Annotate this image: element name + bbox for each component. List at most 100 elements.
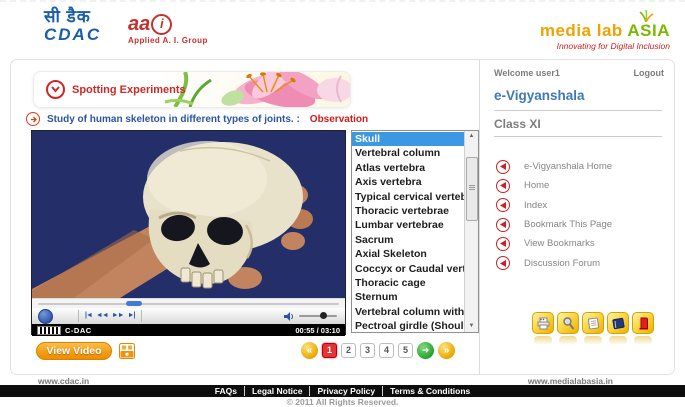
pause-button[interactable] xyxy=(38,309,53,324)
seek-track xyxy=(38,303,339,305)
circle-arrow-left-icon xyxy=(496,160,510,174)
view-video-button[interactable]: View Video xyxy=(36,342,112,360)
scroll-down-icon[interactable]: ▼ xyxy=(465,321,478,332)
exit-icon[interactable] xyxy=(632,312,654,334)
page-button[interactable]: 5 xyxy=(398,343,413,358)
skeleton-parts-listbox: SkullVertebral columnAtlas vertebraAxis … xyxy=(351,130,479,333)
sidebar-nav-label: View Bookmarks xyxy=(524,238,595,249)
playback-time: 00:55 / 03:10 xyxy=(295,326,340,335)
skeleton-list: SkullVertebral columnAtlas vertebraAxis … xyxy=(352,131,464,332)
video-frame-skull[interactable] xyxy=(32,131,345,298)
circle-arrow-left-icon xyxy=(496,198,510,212)
skeleton-list-item[interactable]: Vertebral column with ribs xyxy=(352,305,464,319)
seek-bar[interactable] xyxy=(32,298,345,308)
welcome-user-label: Welcome user1 xyxy=(494,68,560,78)
page-button[interactable]: 4 xyxy=(379,343,394,358)
sidebar-nav-item[interactable]: Index xyxy=(496,196,668,215)
top-header: सी डैक CDAC aai Applied A. I. Group medi… xyxy=(0,2,685,57)
volume-slider[interactable] xyxy=(299,315,337,317)
video-file-icon[interactable] xyxy=(119,343,135,359)
page-button[interactable]: 2 xyxy=(341,343,356,358)
divider xyxy=(494,110,662,111)
cdac-logo-hindi: सी डैक xyxy=(44,8,101,25)
footer-link[interactable]: Terms & Conditions xyxy=(382,386,477,396)
sidebar-nav-label: Home xyxy=(524,180,549,191)
speaker-icon[interactable] xyxy=(284,312,295,321)
player-controls: |◄ ◄◄ ►► ►| xyxy=(32,308,345,324)
video-player: |◄ ◄◄ ►► ►| C-DAC 00:55 / 03:10 xyxy=(31,130,346,335)
cdac-logo: सी डैक CDAC xyxy=(44,8,101,43)
skeleton-list-item[interactable]: Axial Skeleton xyxy=(352,247,464,261)
seek-thumb[interactable] xyxy=(126,301,142,306)
notes-icon[interactable] xyxy=(582,312,604,334)
cdac-logo-latin: CDAC xyxy=(44,26,101,43)
skeleton-list-item[interactable]: Atlas vertebra xyxy=(352,161,464,175)
sidebar-nav-item[interactable]: Bookmark This Page xyxy=(496,215,668,234)
stop-button[interactable] xyxy=(58,311,70,322)
page-button[interactable]: 1 xyxy=(322,343,337,358)
rewind-button[interactable]: ◄◄ xyxy=(94,309,110,323)
skeleton-list-item[interactable]: Vertebral column xyxy=(352,146,464,160)
sidebar-nav-item[interactable]: Discussion Forum xyxy=(496,253,668,272)
footer-link[interactable]: Legal Notice xyxy=(244,386,310,396)
controls-divider xyxy=(141,310,142,322)
media-lab-asia-tagline: Innovating for Digital Inclusion xyxy=(540,42,670,51)
sidebar: Welcome user1 Logout e-Vigyanshala Class… xyxy=(479,60,676,374)
footer-link[interactable]: Privacy Policy xyxy=(309,386,382,396)
search-icon[interactable] xyxy=(557,312,579,334)
skeleton-list-item[interactable]: Typical cervical vertebrae xyxy=(352,190,464,204)
footer-urls: www.cdac.in www.medialabasia.in xyxy=(0,376,685,385)
sidebar-nav-item[interactable]: Home xyxy=(496,176,668,195)
aai-logo-text: aai xyxy=(128,14,208,35)
welcome-row: Welcome user1 Logout xyxy=(494,68,664,78)
skeleton-list-item[interactable]: Thoracic cage xyxy=(352,276,464,290)
first-page-button[interactable]: « xyxy=(301,342,318,359)
spotting-experiments-banner: Spotting Experiments xyxy=(33,71,351,108)
sidebar-nav-label: Bookmark This Page xyxy=(524,219,612,230)
sidebar-nav-label: Discussion Forum xyxy=(524,258,600,269)
sidebar-nav-label: e-Vigyanshala Home xyxy=(524,161,612,172)
scrollbar-thumb[interactable] xyxy=(466,157,478,221)
skeleton-list-item[interactable]: Coccyx or Caudal vertebrae xyxy=(352,262,464,276)
evigyanshala-title: e-Vigyanshala xyxy=(494,88,585,103)
last-page-button[interactable]: » xyxy=(438,342,455,359)
listbox-scrollbar[interactable]: ▲ ▼ xyxy=(464,131,478,332)
book-icon[interactable] xyxy=(607,312,629,334)
skeleton-list-item[interactable]: Sacrum xyxy=(352,233,464,247)
sidebar-nav-item[interactable]: View Bookmarks xyxy=(496,234,668,253)
skeleton-list-item[interactable]: Axis vertebra xyxy=(352,175,464,189)
aai-logo-subtext: Applied A. I. Group xyxy=(128,37,208,45)
controls-divider xyxy=(78,310,79,322)
previous-frame-button[interactable]: |◄ xyxy=(83,309,94,323)
volume-thumb[interactable] xyxy=(320,312,327,319)
skeleton-list-item[interactable]: Pectroal girdle (Shoulder) xyxy=(352,319,464,332)
aai-group-logo: aai Applied A. I. Group xyxy=(128,14,208,45)
divider xyxy=(494,136,662,137)
circle-arrow-left-icon xyxy=(496,237,510,251)
cdac-stripe-logo-icon xyxy=(37,326,61,335)
scroll-up-icon[interactable]: ▲ xyxy=(465,131,478,142)
pagination: « 12345 ➜ » xyxy=(301,342,455,359)
sidebar-nav-item[interactable]: e-Vigyanshala Home xyxy=(496,157,668,176)
skeleton-list-item[interactable]: Lumbar vertebrae xyxy=(352,218,464,232)
logout-link[interactable]: Logout xyxy=(634,68,665,78)
arrow-circle-icon xyxy=(26,112,40,126)
copyright-notice: © 2011 All Rights Reserved. xyxy=(0,397,685,407)
footer-link[interactable]: FAQs xyxy=(208,386,244,396)
skeleton-list-item[interactable]: Skull xyxy=(352,132,464,146)
banner-title: Spotting Experiments xyxy=(72,84,186,96)
media-lab-asia-wordmark: media lab asia xyxy=(540,22,670,39)
page-button[interactable]: 3 xyxy=(360,343,375,358)
aai-ring-icon: i xyxy=(151,14,172,35)
footer-links-bar: FAQsLegal NoticePrivacy PolicyTerms & Co… xyxy=(0,385,685,397)
circle-arrow-left-icon xyxy=(496,218,510,232)
sidebar-nav-label: Index xyxy=(524,200,547,211)
circle-arrow-left-icon xyxy=(496,256,510,270)
printer-icon[interactable] xyxy=(532,312,554,334)
media-lab-asia-logo: media lab asia Innovating for Digital In… xyxy=(540,10,670,51)
fast-forward-button[interactable]: ►► xyxy=(110,309,126,323)
next-frame-button[interactable]: ►| xyxy=(126,309,137,323)
skeleton-list-item[interactable]: Sternum xyxy=(352,290,464,304)
next-page-button[interactable]: ➜ xyxy=(417,342,434,359)
skeleton-list-item[interactable]: Thoracic vertebrae xyxy=(352,204,464,218)
